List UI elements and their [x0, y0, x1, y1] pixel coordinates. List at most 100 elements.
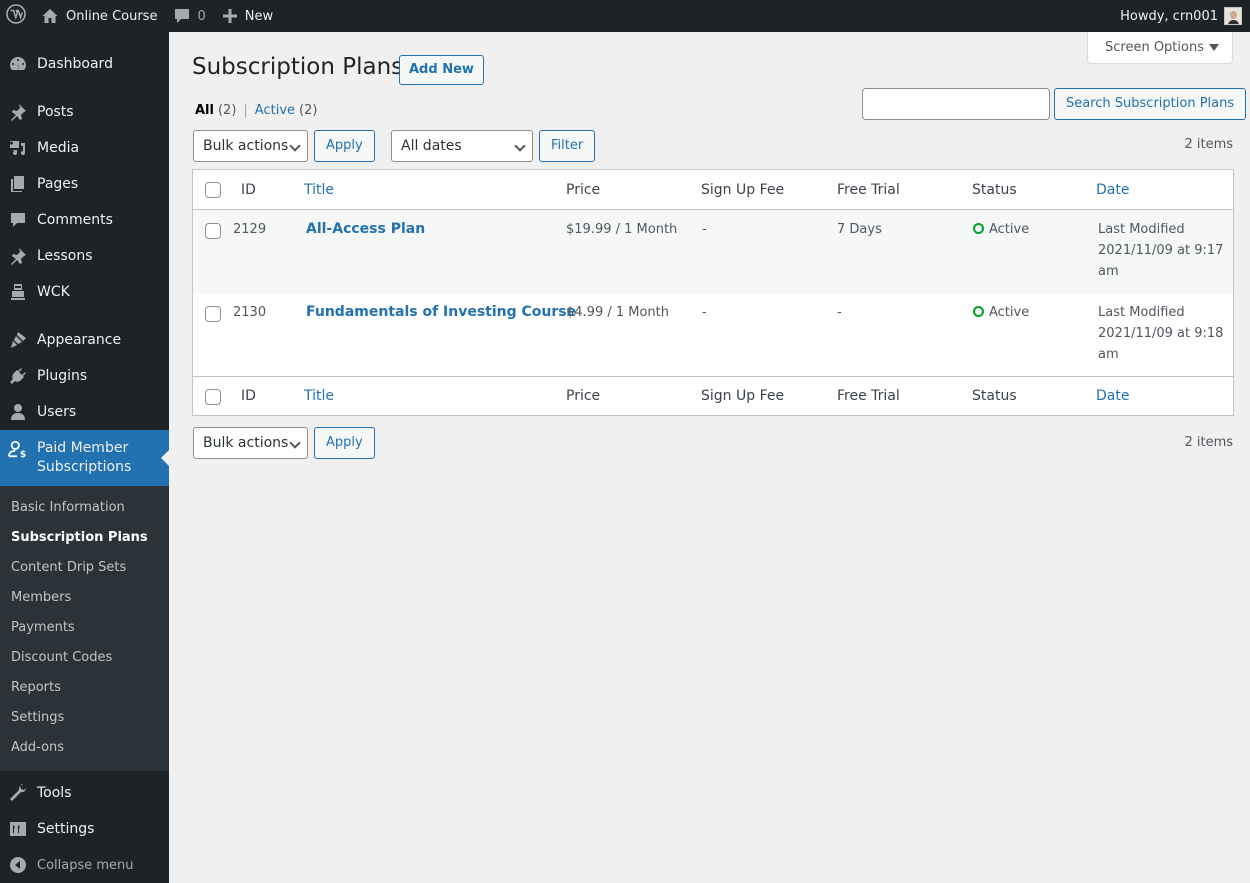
submenu-members[interactable]: Members — [0, 583, 169, 613]
column-header-free-trial: Free Trial — [837, 181, 900, 198]
new-label: New — [244, 8, 274, 24]
column-footer-date[interactable]: Date — [1096, 388, 1129, 404]
filter-button[interactable]: Filter — [539, 130, 596, 162]
column-footer-free-trial: Free Trial — [837, 388, 900, 404]
comments-link[interactable]: 0 — [165, 0, 213, 32]
submenu-add-ons[interactable]: Add-ons — [0, 733, 169, 763]
view-active-link[interactable]: Active — [255, 103, 295, 118]
submenu-discount-codes[interactable]: Discount Codes — [0, 643, 169, 673]
status-label: Active — [989, 305, 1030, 320]
wordpress-logo-button[interactable] — [0, 0, 33, 32]
submenu-basic-information[interactable]: Basic Information — [0, 493, 169, 523]
sidebar-item-label: Pages — [37, 176, 79, 192]
sidebar-item-label: Posts — [37, 104, 74, 120]
items-count-bottom: 2 items — [1184, 435, 1233, 450]
sidebar-item-plugins[interactable]: Plugins — [0, 358, 169, 394]
row-checkbox[interactable] — [205, 306, 221, 322]
dates-filter-select[interactable]: All dates — [391, 130, 533, 162]
wrench-icon — [8, 783, 28, 803]
plan-status: Active — [973, 302, 1029, 323]
plan-date: Last Modified 2021/11/09 at 9:18 am — [1098, 302, 1223, 365]
view-all-link[interactable]: All — [195, 103, 214, 118]
plan-signup-fee: - — [702, 222, 707, 237]
date-suffix: am — [1098, 264, 1119, 279]
media-icon — [8, 138, 28, 158]
column-footer-price: Price — [566, 388, 601, 404]
site-name-link[interactable]: Online Course — [33, 0, 165, 32]
page-title: Subscription Plans — [192, 54, 404, 80]
sidebar-item-label: Lessons — [37, 248, 93, 264]
apply-button-bottom[interactable]: Apply — [314, 427, 375, 459]
collapse-menu-button[interactable]: Collapse menu — [0, 847, 169, 883]
sidebar-item-lessons[interactable]: Lessons — [0, 238, 169, 274]
column-header-date[interactable]: Date — [1096, 182, 1129, 198]
plan-title-link[interactable]: Fundamentals of Investing Course — [306, 302, 576, 323]
apply-button-top[interactable]: Apply — [314, 130, 375, 162]
sidebar-item-posts[interactable]: Posts — [0, 94, 169, 130]
user-icon — [8, 402, 28, 422]
plan-id: 2130 — [233, 305, 267, 320]
column-header-sign-up-fee: Sign Up Fee — [701, 181, 785, 198]
bulk-actions-select-bottom[interactable]: Bulk actions — [193, 427, 308, 459]
svg-text:$: $ — [20, 450, 26, 459]
sidebar-item-paid-member-subscriptions[interactable]: $ Paid Member Subscriptions — [0, 430, 169, 486]
collapse-label: Collapse menu — [37, 857, 134, 873]
status-active-icon — [973, 223, 984, 234]
sidebar-item-appearance[interactable]: Appearance — [0, 322, 169, 358]
chevron-down-icon — [289, 140, 301, 152]
greeting: Howdy, crn001 — [1120, 8, 1218, 24]
new-content-link[interactable]: New — [214, 0, 281, 32]
submenu-payments[interactable]: Payments — [0, 613, 169, 643]
date-suffix: am — [1098, 347, 1119, 362]
select-all-checkbox-footer[interactable] — [205, 389, 221, 405]
home-icon — [41, 7, 59, 25]
comment-icon — [173, 7, 191, 25]
sidebar-item-tools[interactable]: Tools — [0, 775, 169, 811]
sidebar-item-label: Media — [37, 140, 80, 156]
column-footer-id: ID — [241, 388, 256, 404]
sidebar-item-label: Dashboard — [37, 56, 113, 72]
plan-free-trial: 7 Days — [837, 222, 882, 237]
submenu-settings[interactable]: Settings — [0, 703, 169, 733]
sidebar-item-label: Tools — [37, 785, 72, 801]
submenu-reports[interactable]: Reports — [0, 673, 169, 703]
submenu-paid-member-subscriptions: Basic Information Subscription Plans Con… — [0, 486, 169, 771]
paintbrush-icon — [8, 330, 28, 350]
sidebar-item-label: Appearance — [37, 332, 122, 348]
add-new-button[interactable]: Add New — [399, 55, 484, 85]
row-checkbox[interactable] — [205, 223, 221, 239]
chevron-down-icon — [514, 140, 526, 152]
bulk-actions-value: Bulk actions — [203, 435, 289, 451]
sidebar-item-comments[interactable]: Comments — [0, 202, 169, 238]
main-content: Screen Options Subscription Plans Add Ne… — [169, 32, 1250, 883]
plan-free-trial: - — [837, 305, 842, 320]
sidebar-item-dashboard[interactable]: Dashboard — [0, 46, 169, 82]
submenu-subscription-plans[interactable]: Subscription Plans — [0, 523, 169, 553]
bulk-actions-select-top[interactable]: Bulk actions — [193, 130, 308, 162]
column-header-price: Price — [566, 181, 601, 198]
submenu-content-drip-sets[interactable]: Content Drip Sets — [0, 553, 169, 583]
sidebar-item-media[interactable]: Media — [0, 130, 169, 166]
view-separator: | — [243, 103, 248, 118]
my-account-link[interactable]: Howdy, crn001 — [1112, 0, 1246, 32]
sidebar-item-pages[interactable]: Pages — [0, 166, 169, 202]
column-header-title[interactable]: Title — [304, 182, 334, 198]
plan-status: Active — [973, 219, 1029, 240]
view-active-count: (2) — [299, 103, 318, 118]
sidebar-item-users[interactable]: Users — [0, 394, 169, 430]
plan-title-link[interactable]: All-Access Plan — [306, 219, 425, 240]
date-value: 2021/11/09 at 9:18 — [1098, 326, 1224, 341]
collapse-icon — [8, 855, 28, 875]
screen-options-button[interactable]: Screen Options — [1087, 32, 1233, 64]
sidebar-item-settings[interactable]: Settings — [0, 811, 169, 847]
status-label: Active — [989, 222, 1030, 237]
search-subscription-plans-button[interactable]: Search Subscription Plans — [1054, 88, 1247, 120]
search-input[interactable] — [862, 88, 1050, 120]
column-footer-title[interactable]: Title — [304, 388, 334, 404]
sidebar-item-label: Users — [37, 404, 77, 420]
plan-price: $19.99 / 1 Month — [566, 222, 678, 237]
view-all-count: (2) — [217, 103, 237, 118]
sidebar-item-wck[interactable]: WCK — [0, 274, 169, 310]
select-all-checkbox[interactable] — [205, 182, 221, 198]
member-dollar-icon: $ — [8, 439, 28, 459]
